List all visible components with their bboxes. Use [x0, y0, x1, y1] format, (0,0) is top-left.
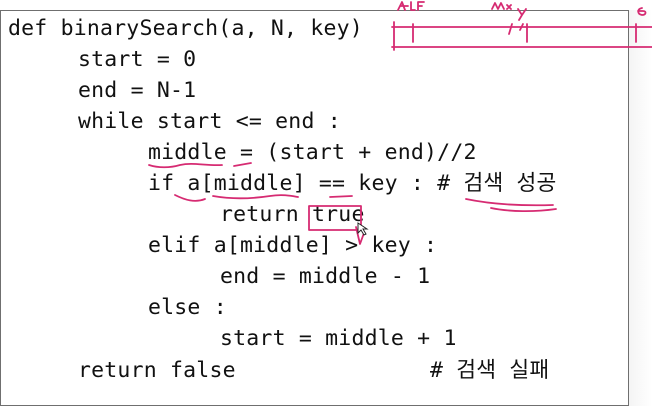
code-line-start-update: start = middle + 1: [220, 326, 457, 351]
code-line-return-false: return false: [78, 358, 236, 383]
code-line-end-init: end = N-1: [78, 78, 197, 103]
mouse-cursor-icon: [357, 222, 369, 236]
code-line-middle: middle = (start + end)//2: [148, 140, 477, 165]
code-line-start-init: start = 0: [78, 47, 197, 72]
code-line-end-update: end = middle - 1: [220, 264, 431, 289]
code-block: def binarySearch(a, N, key) start = 0 en…: [0, 0, 652, 420]
code-line-while: while start <= end :: [78, 109, 341, 134]
code-line-elif: elif a[middle] > key :: [148, 233, 438, 258]
lecture-screen: def binarySearch(a, N, key) start = 0 en…: [0, 0, 652, 420]
code-line-return-true: return true: [220, 202, 365, 227]
code-line-else: else :: [148, 295, 227, 320]
code-line-if: if a[middle] == key : # 검색 성공: [148, 171, 557, 196]
code-line-def: def binarySearch(a, N, key): [8, 16, 363, 41]
code-comment-search-fail: # 검색 실패: [430, 358, 550, 383]
